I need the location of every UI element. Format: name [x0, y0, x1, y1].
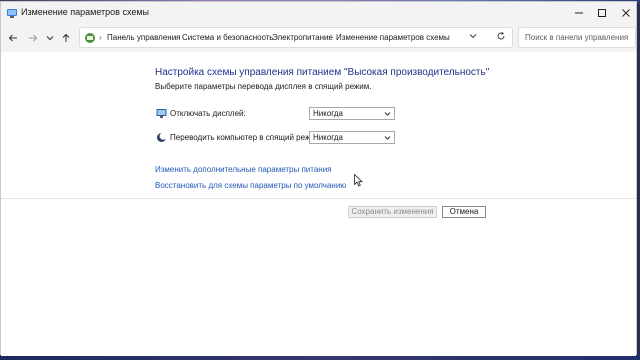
- arrow-left-icon: [8, 34, 17, 42]
- breadcrumb-system-security[interactable]: Система и безопасность: [182, 33, 273, 43]
- address-bar[interactable]: › Панель управления › Система и безопасн…: [79, 27, 513, 48]
- save-changes-button[interactable]: Сохранить изменения: [348, 206, 437, 218]
- chevron-down-icon: [384, 136, 391, 140]
- control-panel-icon: [7, 9, 17, 18]
- mouse-cursor-icon: [354, 174, 363, 187]
- restore-defaults-link[interactable]: Восстановить для схемы параметры по умол…: [155, 181, 346, 190]
- arrow-right-icon: [29, 34, 38, 42]
- advanced-power-settings-link[interactable]: Изменить дополнительные параметры питани…: [155, 165, 332, 174]
- breadcrumb-separator-icon: ›: [99, 33, 102, 42]
- search-input[interactable]: Поиск в панели управления: [518, 27, 636, 48]
- maximize-icon: [598, 9, 606, 17]
- title-bar[interactable]: Изменение параметров схемы: [1, 2, 636, 24]
- breadcrumb-separator-icon: ›: [264, 33, 267, 42]
- breadcrumb-separator-icon: ›: [328, 33, 331, 42]
- sleep-value: Никогда: [313, 133, 343, 142]
- minimize-icon: [575, 12, 583, 14]
- control-panel-icon: [85, 33, 95, 43]
- recent-locations-button[interactable]: [43, 31, 57, 45]
- sleep-select[interactable]: Никогда: [309, 131, 395, 144]
- breadcrumb-control-panel[interactable]: Панель управления: [107, 33, 181, 43]
- main-content: Настройка схемы управления питанием "Выс…: [1, 52, 636, 197]
- chevron-down-icon: [46, 36, 54, 41]
- arrow-up-icon: [62, 33, 70, 42]
- chevron-down-icon: [384, 112, 391, 116]
- back-button[interactable]: [6, 31, 20, 45]
- breadcrumb-separator-icon: ›: [174, 33, 177, 42]
- breadcrumb-power-options[interactable]: Электропитание: [272, 33, 333, 43]
- footer: Сохранить изменения Отмена: [1, 199, 636, 356]
- up-button[interactable]: [59, 31, 73, 45]
- close-icon: [622, 9, 630, 17]
- moon-icon: [157, 132, 167, 142]
- breadcrumb-edit-plan[interactable]: Изменение параметров схемы: [336, 33, 450, 43]
- cancel-button[interactable]: Отмена: [442, 206, 486, 218]
- monitor-icon: [156, 109, 167, 118]
- display-off-label: Отключать дисплей:: [170, 109, 246, 118]
- address-history-chevron-down-icon[interactable]: [469, 32, 477, 40]
- display-off-select[interactable]: Никогда: [309, 107, 395, 120]
- sleep-label: Переводить компьютер в спящий режим:: [170, 133, 323, 142]
- refresh-icon[interactable]: [496, 31, 506, 41]
- control-panel-window: Изменение параметров схемы › Панель упра…: [0, 1, 637, 356]
- display-off-value: Никогда: [313, 109, 343, 118]
- forward-button[interactable]: [26, 31, 40, 45]
- window-title: Изменение параметров схемы: [21, 7, 150, 17]
- page-title: Настройка схемы управления питанием "Выс…: [155, 67, 490, 78]
- close-button[interactable]: [612, 2, 640, 24]
- page-subtitle: Выберите параметры перевода дисплея в сп…: [155, 82, 372, 91]
